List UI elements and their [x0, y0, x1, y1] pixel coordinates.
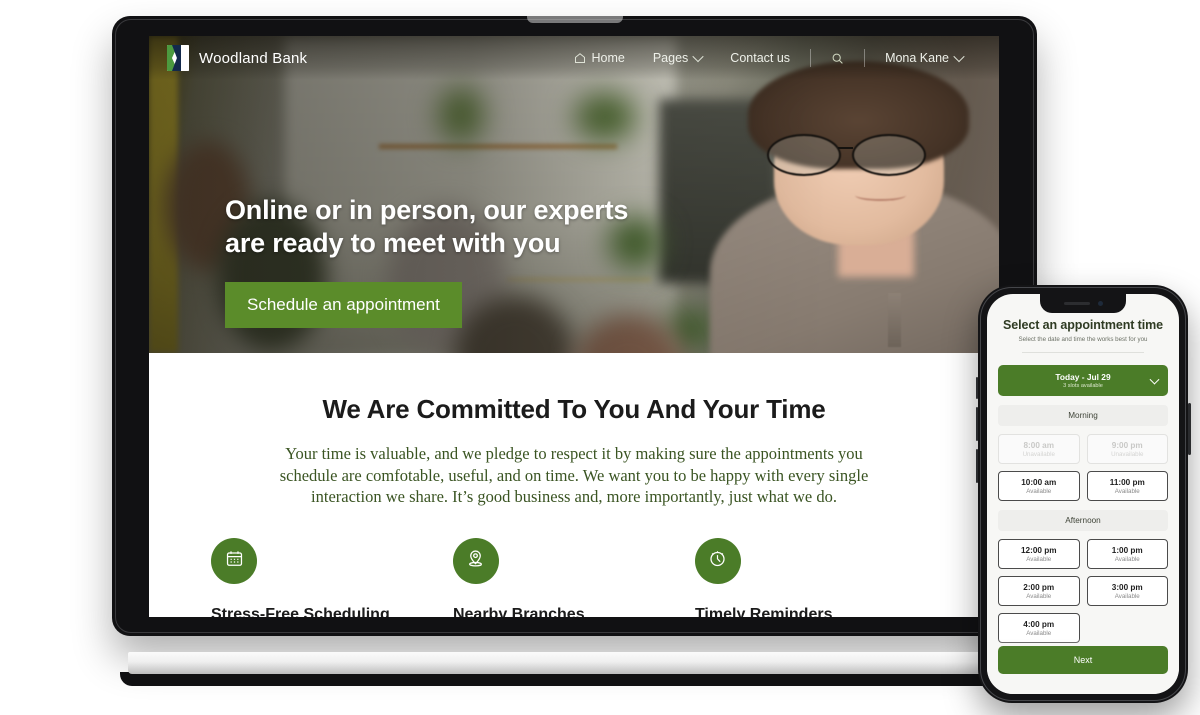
hero-section: Woodland Bank Home Pages Contact us Mona…	[149, 36, 999, 353]
time-slot-time: 11:00 pm	[1109, 478, 1145, 487]
time-slot: 9:00 pm Unavailable	[1086, 434, 1168, 464]
time-slot-time: 10:00 am	[1021, 478, 1057, 487]
phone-power-button[interactable]	[1188, 403, 1191, 455]
site-navbar: Woodland Bank Home Pages Contact us Mona…	[149, 36, 999, 80]
time-slot-grid-morning: 8:00 am Unavailable 9:00 pm Unavailable …	[998, 434, 1168, 501]
chevron-down-icon	[692, 50, 704, 63]
time-slot-time: 9:00 pm	[1111, 441, 1143, 450]
hero-title: Online or in person, our experts are rea…	[225, 194, 628, 260]
time-slot-time: 12:00 pm	[1021, 546, 1057, 555]
stopwatch-icon	[708, 549, 727, 573]
search-icon	[831, 52, 844, 65]
time-slot[interactable]: 2:00 pm Available	[998, 576, 1080, 606]
time-slot-time: 3:00 pm	[1111, 583, 1143, 592]
time-slot-status: Available	[1114, 556, 1140, 563]
time-slot-time: 2:00 pm	[1023, 583, 1055, 592]
chevron-down-icon	[953, 50, 965, 63]
schedule-appointment-button[interactable]: Schedule an appointment	[225, 281, 462, 328]
time-slot-status: Available	[1026, 488, 1052, 495]
time-slot-status: Available	[1026, 556, 1052, 563]
time-slot-status: Available	[1114, 488, 1140, 495]
navbar-links: Home Pages Contact us Mona Kane	[560, 49, 978, 67]
time-slot-status: Available	[1114, 593, 1140, 600]
time-slot-time: 4:00 pm	[1023, 620, 1055, 629]
feature-card-nearby-branches: Nearby Branches We make it easy to choos…	[452, 538, 695, 617]
time-slot-status: Unavailable	[1111, 451, 1144, 458]
time-slot[interactable]: 1:00 pm Available	[1086, 539, 1168, 569]
nav-item-contact-us-label: Contact us	[730, 51, 791, 65]
appointment-picker: Select an appointment time Select the da…	[987, 294, 1179, 643]
phone-screen: Select an appointment time Select the da…	[987, 294, 1179, 694]
next-button[interactable]: Next	[998, 646, 1168, 674]
hero-title-line-1: Online or in person, our experts	[225, 195, 629, 225]
time-slot-status: Unavailable	[1022, 451, 1055, 458]
appointment-picker-title: Select an appointment time	[1003, 318, 1163, 332]
phone-mute-switch[interactable]	[975, 377, 978, 399]
screenshot-stage: Woodland Bank Home Pages Contact us Mona…	[0, 0, 1200, 715]
time-slot[interactable]: 3:00 pm Available	[1086, 576, 1168, 606]
phone-notch	[1040, 294, 1126, 313]
stopwatch-icon-badge	[694, 538, 741, 585]
feature-card-timely-reminders: Timely Reminders Our automated confirmat…	[694, 538, 937, 617]
time-section-header-morning: Morning	[998, 405, 1168, 426]
phone-volume-up-button[interactable]	[975, 407, 978, 441]
calendar-icon	[225, 549, 244, 573]
time-slot[interactable]: 4:00 pm Available	[998, 613, 1080, 643]
time-slot: 8:00 am Unavailable	[998, 434, 1080, 464]
account-name-label: Mona Kane	[885, 51, 949, 65]
feature-card-title: Nearby Branches	[452, 606, 585, 617]
location-pin-icon-badge	[452, 538, 499, 585]
time-section-header-afternoon: Afternoon	[998, 510, 1168, 531]
location-pin-icon	[466, 549, 485, 573]
nav-item-home-label: Home	[591, 51, 625, 65]
feature-cards: Stress-Free Scheduling Our online schedu…	[149, 538, 999, 617]
laptop-camera-notch	[526, 16, 623, 23]
account-menu[interactable]: Mona Kane	[871, 50, 977, 65]
nav-item-contact-us[interactable]: Contact us	[716, 51, 804, 65]
nav-item-home[interactable]: Home	[560, 51, 639, 65]
time-slot-status: Available	[1026, 630, 1052, 637]
committed-section: We Are Committed To You And Your Time Yo…	[149, 353, 999, 617]
laptop-screen: Woodland Bank Home Pages Contact us Mona…	[149, 36, 999, 617]
phone-speaker-icon	[1063, 302, 1090, 305]
date-selector-slots-count: 3 slots available	[1063, 383, 1103, 389]
time-slot[interactable]: 12:00 pm Available	[998, 539, 1080, 569]
phone-front-camera-icon	[1097, 301, 1103, 306]
home-icon	[574, 52, 586, 64]
date-selector-label: Today - Jul 29	[1055, 372, 1111, 382]
feature-card-stress-free-scheduling: Stress-Free Scheduling Our online schedu…	[211, 538, 453, 617]
time-slot-time: 1:00 pm	[1111, 546, 1143, 555]
calendar-icon-badge	[211, 538, 257, 585]
phone-mockup: Select an appointment time Select the da…	[975, 285, 1191, 703]
phone-volume-down-button[interactable]	[975, 449, 978, 483]
brand-logo[interactable]: Woodland Bank	[167, 45, 307, 71]
nav-item-pages-label: Pages	[652, 51, 689, 65]
time-slot[interactable]: 10:00 am Available	[998, 471, 1080, 501]
appointment-picker-subtitle: Select the date and time the works best …	[1018, 336, 1148, 343]
woodland-bank-logo-icon	[167, 45, 189, 71]
feature-card-title: Stress-Free Scheduling	[211, 606, 390, 617]
section-title: We Are Committed To You And Your Time	[322, 394, 826, 425]
time-slot-time: 8:00 am	[1023, 441, 1055, 450]
appointment-picker-divider	[1021, 352, 1145, 353]
laptop-mockup: Woodland Bank Home Pages Contact us Mona…	[112, 16, 1146, 686]
time-slot-grid-afternoon: 12:00 pm Available 1:00 pm Available 2:0…	[998, 539, 1168, 643]
date-selector-dropdown[interactable]: Today - Jul 29 3 slots available	[998, 365, 1168, 396]
navbar-divider	[864, 49, 866, 67]
navbar-divider	[810, 49, 812, 67]
brand-name: Woodland Bank	[199, 49, 308, 67]
feature-card-title: Timely Reminders	[694, 606, 833, 617]
hero-content: Online or in person, our experts are rea…	[225, 194, 628, 328]
hero-title-line-2: are ready to meet with you	[225, 227, 561, 258]
time-slot-status: Available	[1026, 593, 1052, 600]
section-body-text: Your time is valuable, and we pledge to …	[279, 443, 869, 507]
nav-item-pages[interactable]: Pages	[639, 50, 716, 65]
time-slot[interactable]: 11:00 pm Available	[1086, 471, 1168, 501]
search-button[interactable]	[817, 52, 858, 65]
chevron-down-icon	[1149, 374, 1160, 385]
